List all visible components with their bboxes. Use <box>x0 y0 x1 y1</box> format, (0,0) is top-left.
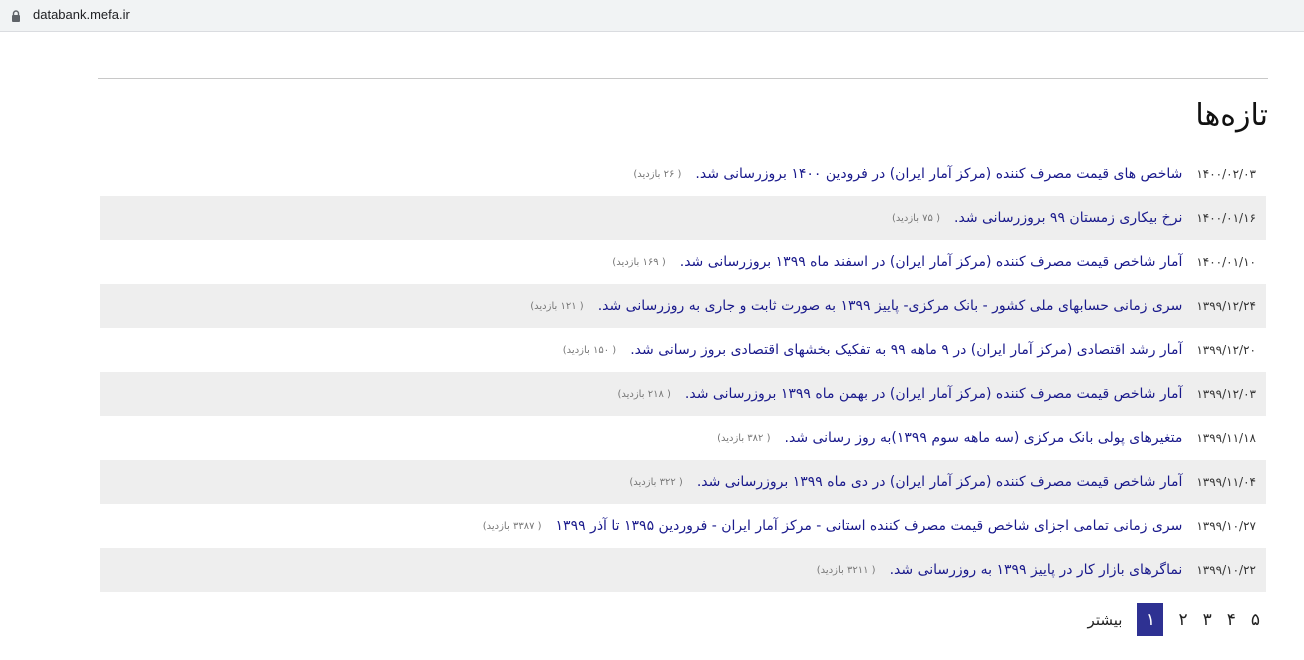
news-date: ۱۳۹۹/۱۲/۲۰ <box>1196 343 1256 357</box>
news-date: ۱۳۹۹/۱۰/۲۷ <box>1196 519 1256 533</box>
news-link[interactable]: آمار شاخص قیمت مصرف کننده (مرکز آمار ایر… <box>697 474 1183 490</box>
news-link[interactable]: متغیرهای پولی بانک مرکزی (سه ماهه سوم ۱۳… <box>785 430 1183 446</box>
lock-icon <box>12 10 20 22</box>
news-date: ۱۳۹۹/۱۰/۲۲ <box>1196 563 1256 577</box>
page-link-5[interactable]: ۵ <box>1251 610 1260 630</box>
news-views: ( ۷۵ بازدید) <box>891 212 941 224</box>
news-link[interactable]: نرخ بیکاری زمستان ۹۹ بروزرسانی شد. <box>954 210 1182 226</box>
news-views: ( ۱۵۰ بازدید) <box>562 344 617 356</box>
section-divider <box>98 78 1268 79</box>
news-date: ۱۴۰۰/۰۲/۰۳ <box>1196 167 1256 181</box>
news-link[interactable]: آمار شاخص قیمت مصرف کننده (مرکز آمار ایر… <box>680 254 1183 270</box>
browser-address-bar[interactable]: databank.mefa.ir <box>0 0 1304 32</box>
news-views: ( ۳۳۸۷ بازدید) <box>482 520 542 532</box>
news-link[interactable]: آمار رشد اقتصادی (مرکز آمار ایران) در ۹ … <box>630 342 1182 358</box>
news-link[interactable]: شاخص های قیمت مصرف کننده (مرکز آمار ایرا… <box>695 166 1182 182</box>
news-views: ( ۳۲۱۱ بازدید) <box>816 564 876 576</box>
news-item: ۱۳۹۹/۱۰/۲۲ نماگرهای بازار کار در پاییز ۱… <box>100 548 1266 592</box>
news-item: ۱۳۹۹/۱۱/۰۴ آمار شاخص قیمت مصرف کننده (مر… <box>100 460 1266 504</box>
news-views: ( ۱۲۱ بازدید) <box>530 300 584 312</box>
news-views: ( ۲۶ بازدید) <box>633 168 682 180</box>
news-link[interactable]: سری زمانی تمامی اجزای شاخص قیمت مصرف کنن… <box>556 518 1183 534</box>
news-item: ۱۴۰۰/۰۲/۰۳ شاخص های قیمت مصرف کننده (مرک… <box>100 152 1266 196</box>
news-views: ( ۳۲۲ بازدید) <box>629 476 683 488</box>
news-date: ۱۳۹۹/۱۱/۱۸ <box>1196 431 1256 445</box>
news-item: ۱۳۹۹/۱۲/۲۰ آمار رشد اقتصادی (مرکز آمار ا… <box>100 328 1266 372</box>
page-link-3[interactable]: ۳ <box>1203 610 1212 630</box>
news-views: ( ۳۸۲ بازدید) <box>717 432 771 444</box>
news-date: ۱۴۰۰/۰۱/۱۶ <box>1196 211 1256 225</box>
news-views: ( ۲۱۸ بازدید) <box>617 388 671 400</box>
news-link[interactable]: آمار شاخص قیمت مصرف کننده (مرکز آمار ایر… <box>685 386 1182 402</box>
more-link[interactable]: بیشتر <box>1088 611 1123 629</box>
url-text[interactable]: databank.mefa.ir <box>33 7 130 22</box>
news-link[interactable]: نماگرهای بازار کار در پاییز ۱۳۹۹ به روزر… <box>890 562 1183 578</box>
news-link[interactable]: سری زمانی حسابهای ملی کشور - بانک مرکزی-… <box>598 298 1183 314</box>
news-date: ۱۳۹۹/۱۲/۰۳ <box>1196 387 1256 401</box>
news-date: ۱۴۰۰/۰۱/۱۰ <box>1196 255 1256 269</box>
page-title: تازه‌ها <box>1195 98 1268 133</box>
news-date: ۱۳۹۹/۱۲/۲۴ <box>1196 299 1256 313</box>
page-link-2[interactable]: ۲ <box>1178 610 1187 630</box>
news-item: ۱۳۹۹/۱۱/۱۸ متغیرهای پولی بانک مرکزی (سه … <box>100 416 1266 460</box>
news-item: ۱۳۹۹/۱۰/۲۷ سری زمانی تمامی اجزای شاخص قی… <box>100 504 1266 548</box>
news-views: ( ۱۶۹ بازدید) <box>612 256 666 268</box>
news-list: ۱۴۰۰/۰۲/۰۳ شاخص های قیمت مصرف کننده (مرک… <box>100 152 1266 592</box>
pagination: ۵ ۴ ۳ ۲ ۱ بیشتر <box>1068 603 1260 636</box>
page-link-4[interactable]: ۴ <box>1227 610 1236 630</box>
news-date: ۱۳۹۹/۱۱/۰۴ <box>1196 475 1256 489</box>
news-item: ۱۴۰۰/۰۱/۱۰ آمار شاخص قیمت مصرف کننده (مر… <box>100 240 1266 284</box>
news-item: ۱۳۹۹/۱۲/۰۳ آمار شاخص قیمت مصرف کننده (مر… <box>100 372 1266 416</box>
news-item: ۱۴۰۰/۰۱/۱۶ نرخ بیکاری زمستان ۹۹ بروزرسان… <box>100 196 1266 240</box>
news-item: ۱۳۹۹/۱۲/۲۴ سری زمانی حسابهای ملی کشور - … <box>100 284 1266 328</box>
page-link-current[interactable]: ۱ <box>1137 603 1164 636</box>
